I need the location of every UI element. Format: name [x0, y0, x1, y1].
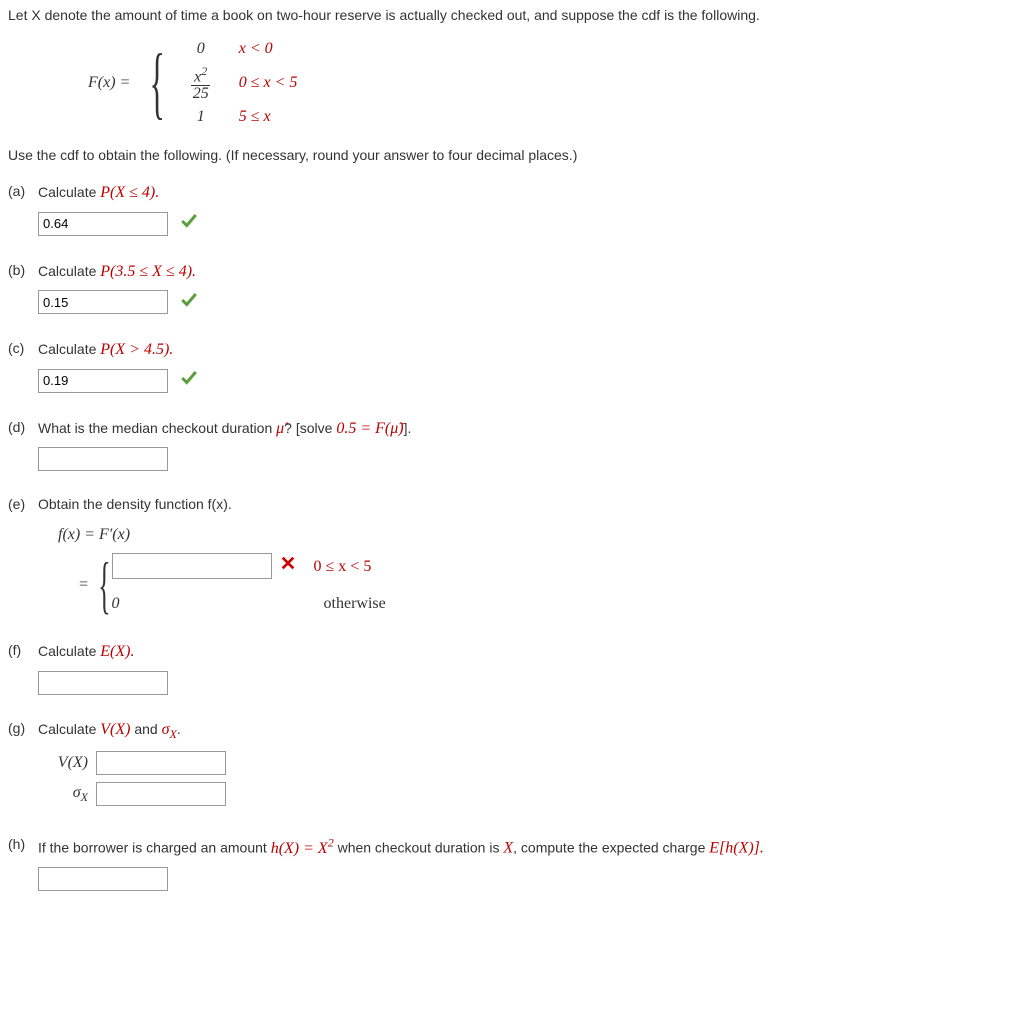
part-h-prompt: If the borrower is charged an amount h(X…	[38, 833, 1023, 861]
part-a-prompt: Calculate P(X ≤ 4).	[38, 180, 1023, 206]
part-h-prompt-post: , compute the expected charge	[513, 840, 709, 856]
cdf-piece-cond-1: 0 ≤ x < 5	[239, 70, 298, 96]
part-e: (e) Obtain the density function f(x). f(…	[8, 493, 1023, 617]
part-g-dot: .	[177, 721, 181, 737]
part-g-vx-input[interactable]	[96, 751, 226, 775]
part-b-input[interactable]	[38, 290, 168, 314]
part-h-ehx: E[h(X)].	[709, 840, 764, 857]
cdf-piece-val-2: 1	[181, 104, 221, 130]
part-e-equals: =	[78, 572, 89, 598]
part-g-sigma-label: σX	[38, 780, 88, 807]
part-h-input[interactable]	[38, 867, 168, 891]
part-b: (b) Calculate P(3.5 ≤ X ≤ 4).	[8, 259, 1023, 316]
sigma-sym: σ	[73, 784, 81, 801]
part-c-prompt-pre: Calculate	[38, 341, 100, 357]
part-e-case2-val: 0	[112, 591, 282, 617]
left-brace-icon: {	[98, 553, 110, 617]
part-f: (f) Calculate E(X).	[8, 639, 1023, 695]
part-d-prompt-pre: What is the median checkout duration	[38, 420, 276, 436]
part-g-label: (g)	[8, 717, 38, 811]
part-d-prompt-post: ? [solve	[284, 420, 336, 436]
part-b-prompt: Calculate P(3.5 ≤ X ≤ 4).	[38, 259, 1023, 285]
part-f-prompt-pre: Calculate	[38, 643, 100, 659]
part-c: (c) Calculate P(X > 4.5).	[8, 337, 1023, 394]
part-g-sub: X	[170, 727, 177, 741]
part-h-prompt-pre: If the borrower is charged an amount	[38, 840, 271, 856]
cdf-piece-cond-0: x < 0	[239, 36, 273, 62]
cdf-piece-cond-2: 5 ≤ x	[239, 104, 271, 130]
sigma-sub: X	[81, 790, 88, 804]
part-a-math: P(X ≤ 4).	[100, 184, 159, 201]
part-d: (d) What is the median checkout duration…	[8, 416, 1023, 472]
part-g-prompt: Calculate V(X) and σX.	[38, 717, 1023, 744]
part-e-line2: f(x) = F′(x)	[58, 522, 1023, 548]
part-b-prompt-pre: Calculate	[38, 263, 100, 279]
part-f-prompt: Calculate E(X).	[38, 639, 1023, 665]
x-icon	[280, 555, 296, 577]
part-g-prompt-pre: Calculate	[38, 721, 100, 737]
part-d-mu: μ̃	[276, 420, 284, 437]
frac-num-sup: 2	[201, 64, 207, 78]
part-g-vx-label: V(X)	[38, 750, 88, 776]
left-brace-icon: {	[150, 43, 165, 123]
part-f-label: (f)	[8, 639, 38, 695]
part-h-prompt-mid: when checkout duration is	[334, 840, 504, 856]
cdf-fraction: x2 25	[190, 65, 212, 102]
part-a-prompt-pre: Calculate	[38, 184, 100, 200]
part-e-cond1: 0 ≤ x < 5	[314, 554, 372, 580]
part-c-input[interactable]	[38, 369, 168, 393]
part-d-eq: 0.5 = F(μ̃)	[336, 420, 403, 437]
part-e-label: (e)	[8, 493, 38, 617]
part-e-prompt: Obtain the density function f(x).	[38, 493, 1023, 515]
part-g-sigma-input[interactable]	[96, 782, 226, 806]
check-icon	[180, 291, 198, 315]
part-e-prompt-text: Obtain the density function f(x).	[38, 496, 232, 512]
part-h-hx: h(X) = X	[271, 840, 328, 857]
part-a-input[interactable]	[38, 212, 168, 236]
check-icon	[180, 212, 198, 236]
part-b-math: P(3.5 ≤ X ≤ 4).	[100, 263, 196, 280]
check-icon	[180, 369, 198, 393]
part-g: (g) Calculate V(X) and σX. V(X) σX	[8, 717, 1023, 811]
part-g-and: and	[130, 721, 161, 737]
cdf-definition: F(x) = { 0 x < 0 x2 25 0 ≤ x < 5 1 5 ≤ x	[88, 36, 1023, 129]
cdf-lhs: F(x) =	[88, 70, 130, 96]
part-e-cond2: otherwise	[324, 591, 386, 617]
part-c-prompt: Calculate P(X > 4.5).	[38, 337, 1023, 363]
intro-content: Let X denote the amount of time a book o…	[8, 7, 760, 23]
part-a: (a) Calculate P(X ≤ 4).	[8, 180, 1023, 237]
part-b-label: (b)	[8, 259, 38, 316]
part-g-sigma: σ	[162, 721, 170, 738]
cdf-piece-val-0: 0	[181, 36, 221, 62]
part-c-label: (c)	[8, 337, 38, 394]
instructions: Use the cdf to obtain the following. (If…	[8, 144, 1023, 166]
part-f-input[interactable]	[38, 671, 168, 695]
part-h-label: (h)	[8, 833, 38, 891]
part-e-input[interactable]	[112, 553, 272, 579]
part-c-math: P(X > 4.5).	[100, 341, 173, 358]
part-e-density: = { 0 ≤ x < 5 0 otherwise	[78, 553, 1023, 617]
cdf-pieces: 0 x < 0 x2 25 0 ≤ x < 5 1 5 ≤ x	[181, 36, 298, 129]
part-h: (h) If the borrower is charged an amount…	[8, 833, 1023, 891]
part-a-label: (a)	[8, 180, 38, 237]
part-f-math: E(X).	[100, 643, 134, 660]
frac-den: 25	[190, 86, 212, 102]
part-h-X: X	[503, 840, 513, 857]
intro-text: Let X denote the amount of time a book o…	[8, 4, 1023, 26]
part-g-vx: V(X)	[100, 721, 130, 738]
part-d-prompt: What is the median checkout duration μ̃?…	[38, 416, 1023, 442]
part-d-prompt-end: ].	[404, 420, 412, 436]
part-d-input[interactable]	[38, 447, 168, 471]
part-d-label: (d)	[8, 416, 38, 472]
